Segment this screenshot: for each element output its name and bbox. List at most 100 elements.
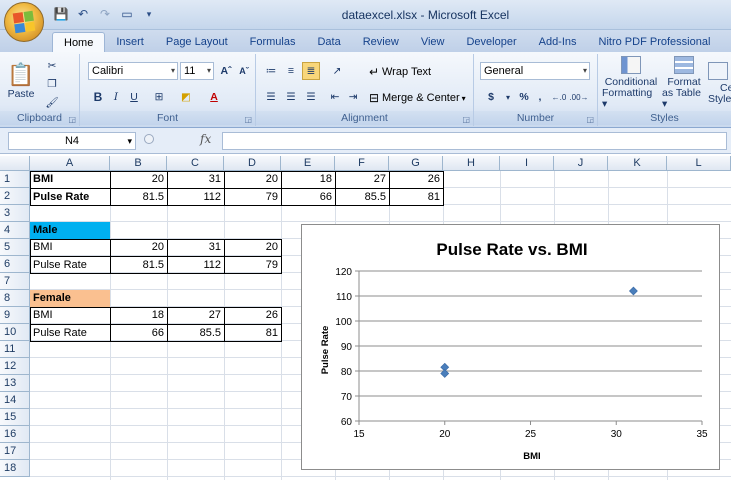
column-header-g[interactable]: G [389,156,443,171]
cell-f1[interactable]: 27 [335,171,389,188]
merge-center-button[interactable]: ⊟ Merge & Center ▾ [366,88,466,108]
column-header-b[interactable]: B [110,156,167,171]
cell-c9[interactable]: 27 [167,307,224,324]
scatter-chart[interactable]: Pulse Rate vs. BMI Pulse Rate BMI 60 70 80… [301,224,720,470]
tab-insert[interactable]: Insert [105,32,155,52]
font-launcher-icon[interactable]: ◲ [244,115,252,124]
name-box[interactable]: N4 ▾ [8,132,136,150]
clipboard-launcher-icon[interactable]: ◲ [68,115,76,124]
row-header-12[interactable]: 12 [0,358,30,375]
cell-g2[interactable]: 81 [389,189,443,206]
align-left-icon[interactable]: ☰ [262,88,280,106]
cell-b6[interactable]: 81.5 [110,257,167,274]
row-header-7[interactable]: 7 [0,273,30,290]
cell-a8-female-header[interactable]: Female [30,290,110,307]
cell-a1[interactable]: BMI [30,171,110,188]
cell-a5[interactable]: BMI [30,239,110,256]
number-launcher-icon[interactable]: ◲ [586,115,594,124]
row-header-1[interactable]: 1 [0,171,30,188]
decrease-indent-icon[interactable]: ⇤ [326,88,344,106]
column-header-i[interactable]: I [500,156,554,171]
row-header-8[interactable]: 8 [0,290,30,307]
orientation-icon[interactable]: ↗ [326,62,348,80]
increase-indent-icon[interactable]: ⇥ [344,88,362,106]
italic-icon[interactable]: I [108,88,124,106]
cell-e1[interactable]: 18 [281,171,335,188]
cell-d10[interactable]: 81 [224,325,281,342]
conditional-formatting-button[interactable]: Conditional Formatting ▾ [602,56,660,110]
tab-add-ins[interactable]: Add-Ins [528,32,588,52]
currency-button[interactable]: $ [482,88,500,106]
cell-b10[interactable]: 66 [110,325,167,342]
font-color-icon[interactable]: A [204,88,224,106]
cell-a10[interactable]: Pulse Rate [30,325,110,342]
row-header-5[interactable]: 5 [0,239,30,256]
column-header-j[interactable]: J [554,156,608,171]
cell-a6[interactable]: Pulse Rate [30,257,110,274]
cell-a2[interactable]: Pulse Rate [30,189,110,206]
cell-c6[interactable]: 112 [167,257,224,274]
column-header-f[interactable]: F [335,156,389,171]
copy-icon[interactable]: ❐ [44,76,60,92]
insert-function-icon[interactable]: fx [200,132,211,146]
align-right-icon[interactable]: ☰ [302,88,320,106]
cell-e2[interactable]: 66 [281,189,335,206]
cell-a9[interactable]: BMI [30,307,110,324]
row-header-16[interactable]: 16 [0,426,30,443]
decrease-decimal-icon[interactable]: .00→ [569,88,588,106]
row-header-14[interactable]: 14 [0,392,30,409]
column-header-d[interactable]: D [224,156,281,171]
cell-g1[interactable]: 26 [389,171,443,188]
chevron-down-icon[interactable]: ▾ [502,88,514,106]
row-header-15[interactable]: 15 [0,409,30,426]
fill-color-icon[interactable]: ◩ [176,88,196,106]
row-header-10[interactable]: 10 [0,324,30,341]
cell-styles-button[interactable]: Ce Style [708,56,731,110]
row-header-4[interactable]: 4 [0,222,30,239]
column-header-l[interactable]: L [667,156,731,171]
tab-home[interactable]: Home [52,32,106,52]
tab-formulas[interactable]: Formulas [239,32,307,52]
column-header-k[interactable]: K [608,156,667,171]
alignment-launcher-icon[interactable]: ◲ [462,115,470,124]
cut-icon[interactable]: ✂ [44,58,60,74]
tab-view[interactable]: View [410,32,456,52]
font-size-combo[interactable]: 11 ▾ [180,62,214,80]
cell-c10[interactable]: 85.5 [167,325,224,342]
increase-decimal-icon[interactable]: ←.0 [550,88,568,106]
cell-d1[interactable]: 20 [224,171,281,188]
column-header-a[interactable]: A [30,156,110,171]
row-header-18[interactable]: 18 [0,460,30,477]
cell-d2[interactable]: 79 [224,189,281,206]
row-header-2[interactable]: 2 [0,188,30,205]
format-painter-icon[interactable]: 🖌 [44,94,60,110]
align-bottom-icon[interactable]: ≣ [302,62,320,80]
tab-page-layout[interactable]: Page Layout [155,32,239,52]
number-format-combo[interactable]: General ▾ [480,62,590,80]
cell-b1[interactable]: 20 [110,171,167,188]
align-top-icon[interactable]: ≔ [262,62,280,80]
align-center-icon[interactable]: ☰ [282,88,300,106]
cell-c5[interactable]: 31 [167,239,224,256]
bold-icon[interactable]: B [90,88,106,106]
cell-c1[interactable]: 31 [167,171,224,188]
row-header-3[interactable]: 3 [0,205,30,222]
cell-c2[interactable]: 112 [167,189,224,206]
format-as-table-button[interactable]: Format as Table ▾ [662,56,706,110]
column-header-e[interactable]: E [281,156,335,171]
formula-input[interactable] [222,132,727,150]
formula-bar-handle-icon[interactable] [144,134,154,144]
font-name-combo[interactable]: Calibri ▾ [88,62,178,80]
column-header-h[interactable]: H [443,156,500,171]
tab-developer[interactable]: Developer [455,32,527,52]
shrink-font-icon[interactable]: Aˇ [236,62,252,80]
select-all-corner[interactable] [0,156,30,171]
cell-f2[interactable]: 85.5 [335,189,389,206]
comma-button[interactable]: , [534,88,546,106]
row-header-17[interactable]: 17 [0,443,30,460]
column-header-c[interactable]: C [167,156,224,171]
cell-b5[interactable]: 20 [110,239,167,256]
underline-icon[interactable]: U [126,88,142,106]
row-header-11[interactable]: 11 [0,341,30,358]
cell-b2[interactable]: 81.5 [110,189,167,206]
